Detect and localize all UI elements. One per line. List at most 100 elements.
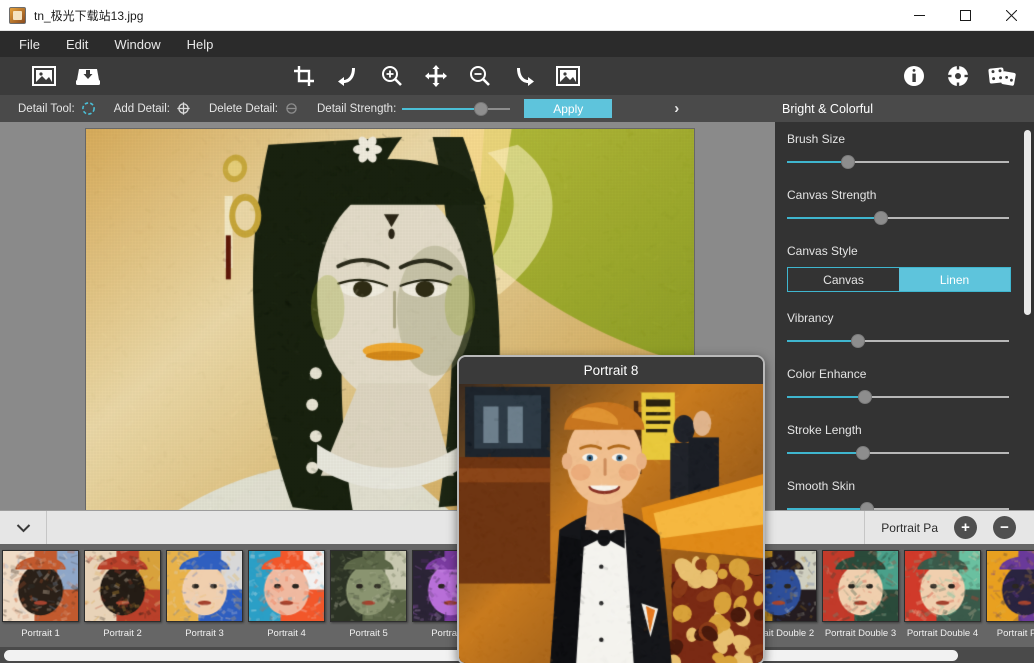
control-canvas-style: Canvas Style Canvas Linen — [787, 244, 1022, 292]
control-label: Color Enhance — [787, 367, 1022, 381]
pan-icon[interactable] — [414, 57, 458, 95]
delete-detail-icon[interactable] — [284, 101, 299, 116]
color-enhance-slider[interactable] — [787, 390, 1009, 404]
maximize-button[interactable] — [942, 0, 988, 31]
slider-fill — [787, 396, 865, 398]
window-controls — [896, 0, 1034, 31]
filmstrip-thumbnail-label: Portrait 4 — [267, 628, 306, 639]
filmstrip-item[interactable]: Portrait 4 — [246, 550, 327, 639]
filmstrip-item[interactable]: Portrait 1 — [0, 550, 81, 639]
collapse-chevron-icon[interactable] — [0, 523, 46, 533]
preview-popup-image — [459, 384, 763, 663]
detail-tool-icon[interactable] — [81, 101, 96, 116]
filmstrip-thumbnail-image[interactable] — [166, 550, 243, 622]
slider-rest — [865, 396, 1009, 398]
control-label: Stroke Length — [787, 423, 1022, 437]
brush-size-slider[interactable] — [787, 155, 1009, 169]
adjustments-list: Brush Size Canvas Strength — [775, 122, 1034, 510]
canvas-style-segmented[interactable]: Canvas Linen — [787, 267, 1011, 292]
slider-rest — [881, 217, 1009, 219]
filmstrip-thumbnail-label: Portrait Pet 1 — [997, 628, 1034, 639]
compare-icon[interactable] — [546, 57, 590, 95]
control-color-enhance: Color Enhance — [787, 367, 1022, 404]
slider-rest — [863, 452, 1009, 454]
filmstrip-thumbnail-image[interactable] — [822, 550, 899, 622]
preview-popup[interactable]: Portrait 8 — [457, 355, 765, 663]
detail-strength-slider[interactable] — [402, 102, 510, 116]
undo-icon[interactable] — [326, 57, 370, 95]
control-label: Canvas Style — [787, 244, 1022, 258]
slider-knob[interactable] — [841, 155, 855, 169]
control-brush-size: Brush Size — [787, 132, 1022, 169]
filmstrip-thumbnail-image[interactable] — [84, 550, 161, 622]
crop-icon[interactable] — [282, 57, 326, 95]
filmstrip-thumbnail-label: Portrait 5 — [349, 628, 388, 639]
title-bar-left: tn_极光下载站13.jpg — [0, 7, 143, 24]
filmstrip-thumbnail-label: Portrait 3 — [185, 628, 224, 639]
vibrancy-slider[interactable] — [787, 334, 1009, 348]
control-label: Brush Size — [787, 132, 1022, 146]
panel-scrollbar-thumb[interactable] — [1024, 130, 1031, 315]
add-detail-group[interactable]: Add Detail: — [114, 101, 191, 116]
options-bar: Detail Tool: Add Detail: Delete Detail: … — [0, 95, 1034, 122]
slider-knob[interactable] — [851, 334, 865, 348]
save-image-icon[interactable] — [66, 57, 110, 95]
menu-item-file[interactable]: File — [6, 34, 53, 55]
photo-app-icon — [9, 7, 26, 24]
smooth-skin-slider[interactable] — [787, 502, 1009, 510]
filmstrip-item[interactable]: Portrait Double 4 — [902, 550, 983, 639]
slider-rest — [848, 161, 1009, 163]
presets-icon[interactable] — [980, 57, 1024, 95]
menu-item-edit[interactable]: Edit — [53, 34, 101, 55]
apply-button[interactable]: Apply — [524, 99, 612, 118]
bottom-tab-portrait-pack[interactable]: Portrait Pa — [865, 511, 954, 545]
detail-tool-group[interactable]: Detail Tool: — [18, 101, 96, 116]
main-toolbar — [0, 57, 1034, 95]
filmstrip-item[interactable]: Portrait Pet 1 — [984, 550, 1034, 639]
canvas-style-option-canvas[interactable]: Canvas — [788, 268, 899, 291]
detail-strength-label: Detail Strength: — [317, 103, 396, 115]
bottom-bar-actions: + − — [954, 516, 1034, 539]
control-label: Smooth Skin — [787, 479, 1022, 493]
filmstrip-thumbnail-image[interactable] — [904, 550, 981, 622]
stroke-length-slider[interactable] — [787, 446, 1009, 460]
detail-strength-group[interactable]: Detail Strength: — [317, 102, 510, 116]
filmstrip-item[interactable]: Portrait Double 3 — [820, 550, 901, 639]
info-icon[interactable] — [892, 57, 936, 95]
remove-preset-button[interactable]: − — [993, 516, 1016, 539]
filmstrip-thumbnail-image[interactable] — [248, 550, 325, 622]
slider-knob[interactable] — [858, 390, 872, 404]
close-button[interactable] — [988, 0, 1034, 31]
menu-bar: File Edit Window Help — [0, 31, 1034, 57]
slider-fill — [787, 217, 881, 219]
panel-scrollbar[interactable] — [1023, 130, 1032, 510]
redo-icon[interactable] — [502, 57, 546, 95]
slider-fill — [787, 161, 848, 163]
add-preset-button[interactable]: + — [954, 516, 977, 539]
zoom-in-icon[interactable] — [370, 57, 414, 95]
filmstrip-item[interactable]: Portrait 5 — [328, 550, 409, 639]
filmstrip-thumbnail-image[interactable] — [2, 550, 79, 622]
slider-knob[interactable] — [856, 446, 870, 460]
slider-knob[interactable] — [474, 102, 488, 116]
canvas-strength-slider[interactable] — [787, 211, 1009, 225]
canvas-style-option-linen[interactable]: Linen — [899, 268, 1010, 291]
control-stroke-length: Stroke Length — [787, 423, 1022, 460]
chevron-right-icon[interactable]: › — [674, 100, 679, 117]
delete-detail-group[interactable]: Delete Detail: — [209, 101, 299, 116]
filmstrip-thumbnail-image[interactable] — [330, 550, 407, 622]
menu-item-help[interactable]: Help — [174, 34, 227, 55]
slider-fill — [402, 108, 480, 110]
open-image-icon[interactable] — [22, 57, 66, 95]
zoom-out-icon[interactable] — [458, 57, 502, 95]
slider-knob[interactable] — [874, 211, 888, 225]
add-detail-icon[interactable] — [176, 101, 191, 116]
filmstrip-item[interactable]: Portrait 2 — [82, 550, 163, 639]
minimize-button[interactable] — [896, 0, 942, 31]
menu-item-window[interactable]: Window — [101, 34, 173, 55]
filmstrip-thumbnail-image[interactable] — [986, 550, 1034, 622]
slider-knob[interactable] — [860, 502, 874, 510]
detail-tool-label: Detail Tool: — [18, 103, 75, 115]
filmstrip-item[interactable]: Portrait 3 — [164, 550, 245, 639]
settings-icon[interactable] — [936, 57, 980, 95]
